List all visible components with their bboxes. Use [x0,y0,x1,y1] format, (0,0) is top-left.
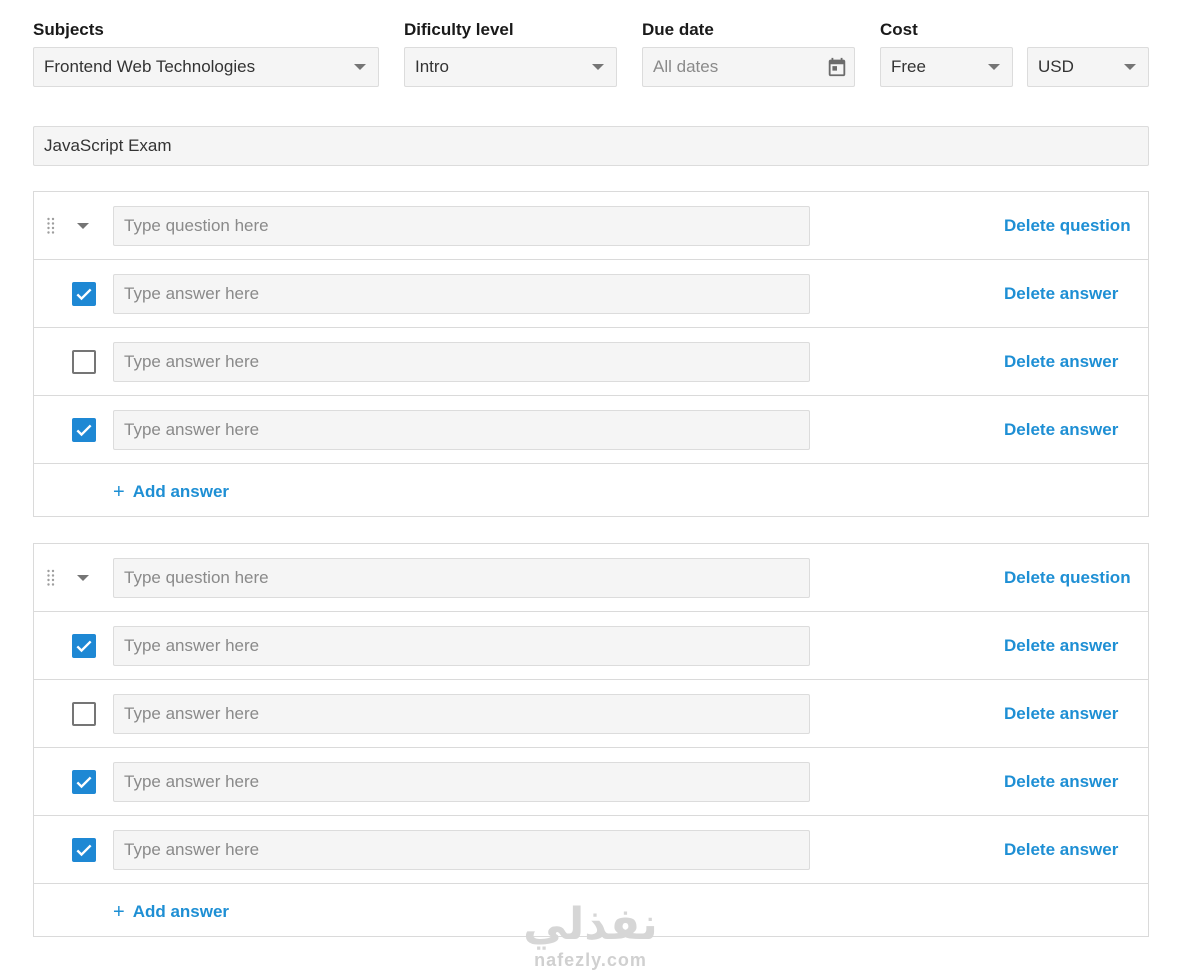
plus-icon: + [113,901,125,923]
subjects-label: Subjects [33,20,104,39]
delete-answer-button[interactable]: Delete answer [1004,772,1118,792]
collapse-caret-icon[interactable] [77,223,89,229]
answer-checkbox-checked[interactable] [72,838,96,862]
question-placeholder: Type question here [124,216,269,235]
answer-row: Type answer here Delete answer [34,612,1148,680]
exam-title-value: JavaScript Exam [44,136,172,155]
difficulty-value: Intro [415,57,450,76]
answer-input[interactable]: Type answer here [113,762,810,802]
answer-checkbox-checked[interactable] [72,770,96,794]
answer-placeholder: Type answer here [124,840,260,859]
answer-input[interactable]: Type answer here [113,830,810,870]
difficulty-select[interactable]: Intro [404,47,617,87]
question-placeholder: Type question here [124,568,269,587]
delete-answer-button[interactable]: Delete answer [1004,284,1118,304]
answer-checkbox-unchecked[interactable] [72,350,96,374]
add-answer-label: Add answer [132,482,230,501]
question-row: Type question here Delete question [34,192,1148,260]
delete-answer-button[interactable]: Delete answer [1004,704,1118,724]
answer-row: Type answer here Delete answer [34,680,1148,748]
answer-row: Type answer here Delete answer [34,260,1148,328]
answer-placeholder: Type answer here [124,636,260,655]
answer-checkbox-checked[interactable] [72,282,96,306]
watermark-arabic: نفذلي [523,900,658,949]
answer-input[interactable]: Type answer here [113,342,810,382]
question-row: Type question here Delete question [34,544,1148,612]
chevron-down-icon [988,64,1000,70]
answer-row: Type answer here Delete answer [34,328,1148,396]
answer-placeholder: Type answer here [124,284,260,303]
delete-answer-button[interactable]: Delete answer [1004,636,1118,656]
subjects-select[interactable]: Frontend Web Technologies [33,47,379,87]
answer-row: Type answer here Delete answer [34,396,1148,464]
delete-answer-button[interactable]: Delete answer [1004,420,1118,440]
watermark-logo: نفذلي nafezly.com [518,900,663,974]
check-icon [76,288,92,301]
answer-input[interactable]: Type answer here [113,410,810,450]
cost-value: Free [891,57,926,76]
collapse-caret-icon[interactable] [77,575,89,581]
currency-value: USD [1038,57,1074,76]
answer-input[interactable]: Type answer here [113,626,810,666]
question-block: Type question here Delete question Type … [33,191,1149,517]
check-icon [76,776,92,789]
chevron-down-icon [1124,64,1136,70]
answer-placeholder: Type answer here [124,352,260,371]
chevron-down-icon [354,64,366,70]
question-block: Type question here Delete question Type … [33,543,1149,937]
currency-select[interactable]: USD [1027,47,1149,87]
answer-input[interactable]: Type answer here [113,694,810,734]
subjects-value: Frontend Web Technologies [44,57,256,76]
answer-placeholder: Type answer here [124,772,260,791]
answer-checkbox-unchecked[interactable] [72,702,96,726]
cost-label: Cost [880,20,918,39]
answer-placeholder: Type answer here [124,704,260,723]
difficulty-label: Dificulty level [404,20,514,39]
cost-select[interactable]: Free [880,47,1013,87]
check-icon [76,424,92,437]
calendar-icon[interactable] [826,56,848,78]
answer-checkbox-checked[interactable] [72,418,96,442]
check-icon [76,640,92,653]
question-input[interactable]: Type question here [113,558,810,598]
due-date-label: Due date [642,20,714,39]
answer-placeholder: Type answer here [124,420,260,439]
exam-title-input[interactable]: JavaScript Exam [33,126,1149,166]
add-answer-button[interactable]: + Add answer [113,480,229,503]
due-date-input[interactable]: All dates [642,47,855,87]
answer-row: Type answer here Delete answer [34,748,1148,816]
drag-handle-icon[interactable] [46,216,56,236]
check-icon [76,844,92,857]
plus-icon: + [113,481,125,503]
answer-input[interactable]: Type answer here [113,274,810,314]
add-answer-label: Add answer [132,902,230,921]
delete-answer-button[interactable]: Delete answer [1004,352,1118,372]
delete-answer-button[interactable]: Delete answer [1004,840,1118,860]
delete-question-button[interactable]: Delete question [1004,216,1131,236]
due-date-placeholder: All dates [653,57,719,76]
answer-row: Type answer here Delete answer [34,816,1148,884]
filter-bar: Subjects Frontend Web Technologies Dific… [0,0,1180,100]
delete-question-button[interactable]: Delete question [1004,568,1131,588]
answer-checkbox-checked[interactable] [72,634,96,658]
watermark-latin: nafezly.com [534,950,647,970]
chevron-down-icon [592,64,604,70]
drag-handle-icon[interactable] [46,568,56,588]
add-answer-button[interactable]: + Add answer [113,900,229,923]
add-answer-row: + Add answer [34,464,1148,516]
question-input[interactable]: Type question here [113,206,810,246]
